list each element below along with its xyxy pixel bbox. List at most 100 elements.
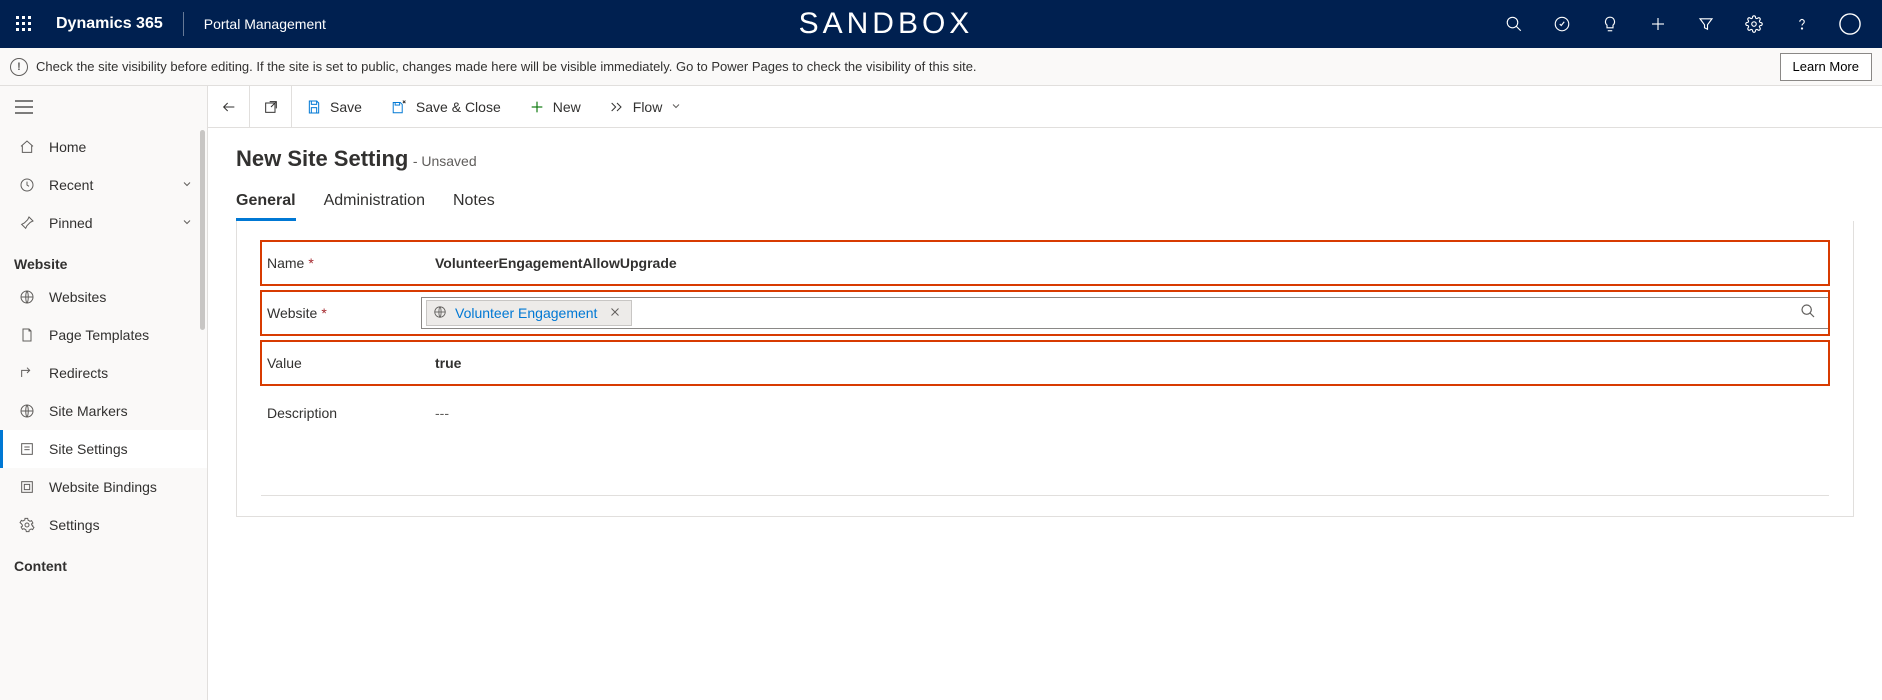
sidebar-item-websites[interactable]: Websites bbox=[0, 278, 207, 316]
sidebar-item-website-bindings[interactable]: Website Bindings bbox=[0, 468, 207, 506]
open-in-new-window-button[interactable] bbox=[250, 86, 292, 128]
content-area: Save Save & Close New Flow New Site Sett… bbox=[208, 86, 1882, 700]
field-row-description: Description --- bbox=[261, 391, 1829, 435]
section-divider bbox=[261, 495, 1829, 496]
save-close-icon bbox=[390, 99, 408, 115]
sidebar-item-recent[interactable]: Recent bbox=[0, 166, 207, 204]
description-input[interactable]: --- bbox=[421, 405, 1829, 421]
chevron-down-icon bbox=[181, 177, 193, 193]
lookup-link[interactable]: Volunteer Engagement bbox=[455, 305, 597, 321]
search-icon[interactable] bbox=[1490, 0, 1538, 48]
lightbulb-icon[interactable] bbox=[1586, 0, 1634, 48]
help-icon[interactable] bbox=[1778, 0, 1826, 48]
save-button[interactable]: Save bbox=[292, 86, 376, 128]
save-close-button[interactable]: Save & Close bbox=[376, 86, 515, 128]
sidebar-section-content: Content bbox=[0, 544, 207, 580]
notice-text: Check the site visibility before editing… bbox=[36, 59, 977, 74]
header-actions bbox=[1490, 0, 1882, 48]
site-visibility-notice: ! Check the site visibility before editi… bbox=[0, 48, 1882, 86]
form-body: Name* VolunteerEngagementAllowUpgrade We… bbox=[236, 221, 1854, 517]
cmd-label: Save bbox=[330, 99, 362, 115]
record-status: - Unsaved bbox=[413, 153, 477, 169]
sidebar-item-pinned[interactable]: Pinned bbox=[0, 204, 207, 242]
global-header: Dynamics 365 Portal Management SANDBOX bbox=[0, 0, 1882, 48]
flow-button[interactable]: Flow bbox=[595, 86, 697, 128]
environment-label: SANDBOX bbox=[799, 7, 1034, 41]
lookup-search-icon[interactable] bbox=[1792, 303, 1824, 324]
cmd-label: Flow bbox=[633, 99, 663, 115]
filter-icon[interactable] bbox=[1682, 0, 1730, 48]
page-title: New Site Setting bbox=[236, 146, 408, 171]
sidebar-item-label: Pinned bbox=[49, 215, 93, 231]
tab-notes[interactable]: Notes bbox=[453, 192, 495, 221]
sidebar-item-label: Page Templates bbox=[49, 327, 149, 343]
sidebar-section-website: Website bbox=[0, 242, 207, 278]
pin-icon bbox=[17, 215, 37, 231]
add-icon[interactable] bbox=[1634, 0, 1682, 48]
field-label-value: Value bbox=[261, 355, 421, 371]
sidebar-scrollbar[interactable] bbox=[200, 130, 205, 330]
field-label-description: Description bbox=[261, 405, 421, 421]
gear-icon[interactable] bbox=[1730, 0, 1778, 48]
sidebar-item-label: Website Bindings bbox=[49, 479, 157, 495]
remove-lookup-icon[interactable] bbox=[605, 305, 625, 321]
back-button[interactable] bbox=[208, 86, 250, 128]
chevron-down-icon bbox=[181, 215, 193, 231]
cmd-label: New bbox=[553, 99, 581, 115]
clock-icon bbox=[17, 177, 37, 193]
lookup-selected-chip: Volunteer Engagement bbox=[426, 300, 632, 326]
sidebar-item-label: Settings bbox=[49, 517, 100, 533]
field-label-name: Name* bbox=[261, 255, 421, 271]
sidebar-item-label: Redirects bbox=[49, 365, 108, 381]
form-tabs: General Administration Notes bbox=[236, 192, 1854, 221]
account-avatar[interactable] bbox=[1826, 0, 1874, 48]
chevron-down-icon bbox=[670, 99, 682, 115]
brand-label[interactable]: Dynamics 365 bbox=[48, 15, 179, 33]
sidebar-item-label: Home bbox=[49, 139, 86, 155]
learn-more-button[interactable]: Learn More bbox=[1780, 53, 1872, 81]
sidebar: Home Recent Pinned Website Websites Page… bbox=[0, 86, 208, 700]
app-name-label[interactable]: Portal Management bbox=[188, 16, 342, 32]
cmd-label: Save & Close bbox=[416, 99, 501, 115]
home-icon bbox=[17, 139, 37, 155]
sidebar-item-site-markers[interactable]: Site Markers bbox=[0, 392, 207, 430]
globe-icon bbox=[433, 305, 447, 322]
value-input[interactable]: true bbox=[421, 355, 1829, 371]
website-lookup-input[interactable]: Volunteer Engagement bbox=[421, 297, 1829, 329]
task-timer-icon[interactable] bbox=[1538, 0, 1586, 48]
sidebar-item-page-templates[interactable]: Page Templates bbox=[0, 316, 207, 354]
sidebar-item-label: Websites bbox=[49, 289, 106, 305]
info-icon: ! bbox=[10, 58, 28, 76]
command-bar: Save Save & Close New Flow bbox=[208, 86, 1882, 128]
sidebar-item-site-settings[interactable]: Site Settings bbox=[0, 430, 207, 468]
globe-icon bbox=[17, 403, 37, 419]
plus-icon bbox=[529, 99, 545, 115]
sidebar-item-label: Site Markers bbox=[49, 403, 128, 419]
app-launcher-button[interactable] bbox=[0, 0, 48, 48]
form-header: New Site Setting - Unsaved bbox=[236, 146, 1854, 172]
sidebar-item-redirects[interactable]: Redirects bbox=[0, 354, 207, 392]
binding-icon bbox=[17, 479, 37, 495]
flow-icon bbox=[609, 99, 625, 115]
field-label-website: Website* bbox=[261, 305, 421, 321]
sidebar-item-home[interactable]: Home bbox=[0, 128, 207, 166]
header-divider bbox=[183, 12, 184, 36]
new-button[interactable]: New bbox=[515, 86, 595, 128]
tab-general[interactable]: General bbox=[236, 192, 296, 221]
page-icon bbox=[17, 327, 37, 343]
sidebar-item-label: Recent bbox=[49, 177, 93, 193]
field-row-value: Value true bbox=[261, 341, 1829, 385]
save-icon bbox=[306, 99, 322, 115]
required-indicator: * bbox=[321, 305, 326, 321]
sidebar-item-label: Site Settings bbox=[49, 441, 128, 457]
field-row-website: Website* Volunteer Engagement bbox=[261, 291, 1829, 335]
required-indicator: * bbox=[308, 255, 313, 271]
name-input[interactable]: VolunteerEngagementAllowUpgrade bbox=[421, 255, 1829, 271]
globe-icon bbox=[17, 289, 37, 305]
sidebar-item-settings[interactable]: Settings bbox=[0, 506, 207, 544]
field-row-name: Name* VolunteerEngagementAllowUpgrade bbox=[261, 241, 1829, 285]
settings-list-icon bbox=[17, 441, 37, 457]
tab-administration[interactable]: Administration bbox=[324, 192, 425, 221]
form-container: New Site Setting - Unsaved General Admin… bbox=[208, 128, 1882, 700]
sidebar-toggle[interactable] bbox=[0, 86, 48, 128]
